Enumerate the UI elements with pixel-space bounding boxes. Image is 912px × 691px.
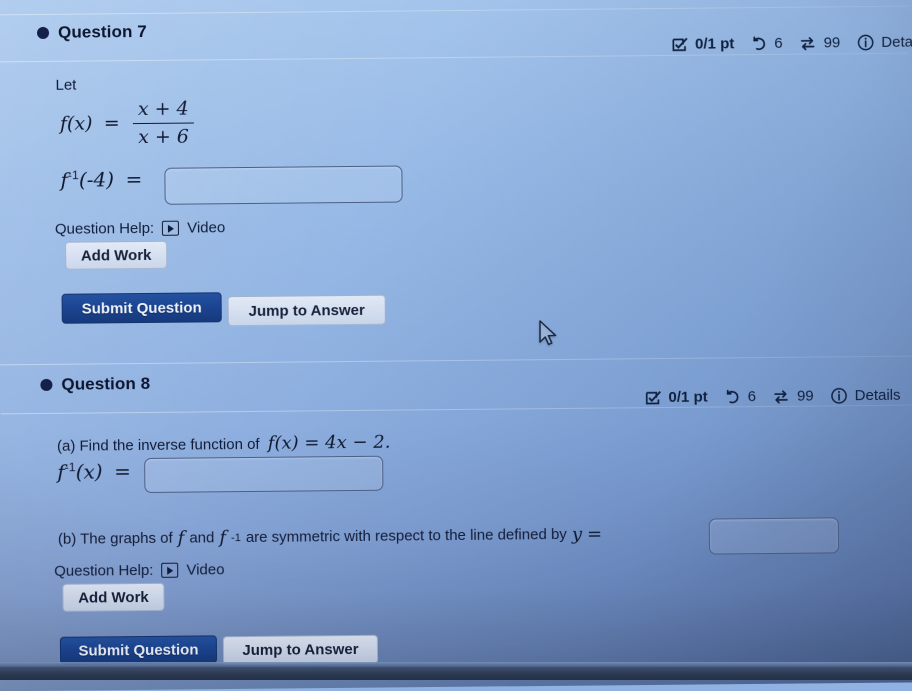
part-a-prompt-equals: = [114, 459, 131, 483]
question-8-video-link[interactable]: Video [186, 561, 224, 578]
part-b-symbol-finv-exponent: -1 [231, 531, 241, 545]
divider-q7-header [0, 53, 909, 63]
undo-arrow-icon[interactable] [725, 389, 741, 405]
checkbox-checked-icon[interactable] [645, 390, 661, 406]
question-8-points: 0/1 pt [668, 389, 707, 406]
fraction-denominator: x + 6 [133, 122, 194, 149]
question-8-header: Question 8 [40, 374, 150, 395]
question-8-part-a-prompt: f-1(x) = [57, 458, 131, 486]
question-8-part-a-input[interactable] [144, 456, 383, 493]
question-7-attempts: 6 [774, 35, 783, 52]
question-8-jump-button[interactable]: Jump to Answer [223, 635, 378, 665]
video-play-icon[interactable] [162, 221, 179, 236]
swap-arrows-icon[interactable] [773, 388, 790, 404]
prompt-arg: (-4) [79, 167, 114, 191]
formula-fraction: x + 4 x + 6 [133, 97, 194, 150]
video-play-icon[interactable] [161, 563, 178, 578]
checkbox-checked-icon[interactable] [672, 36, 688, 52]
part-a-prompt-exponent: -1 [65, 460, 76, 474]
part-a-prompt-arg: (x) [76, 459, 103, 483]
part-a-prompt: (a) Find the inverse function of [57, 436, 260, 455]
question-7-submit-button[interactable]: Submit Question [62, 292, 222, 324]
homework-page: Question 7 0/1 pt 6 99 [0, 0, 912, 684]
part-a-function: f(x) = 4x − 2. [268, 432, 391, 454]
question-8-add-work-button[interactable]: Add Work [62, 583, 164, 612]
info-circle-icon[interactable] [831, 387, 848, 404]
prompt-equals: = [125, 167, 142, 191]
question-7-retries: 99 [824, 34, 841, 51]
part-b-equals: = [587, 523, 602, 547]
filled-circle-icon [37, 27, 49, 39]
part-b-text-1: (b) The graphs of [58, 529, 173, 550]
question-7-lead: Let [55, 76, 76, 96]
question-7-formula: f(x) = x + 4 x + 6 [60, 97, 196, 151]
divider-q8-top [0, 356, 912, 366]
question-8-part-b-input[interactable] [709, 517, 839, 554]
question-7-title: Question 7 [58, 22, 147, 43]
question-8-details-link[interactable]: Details [855, 387, 901, 404]
question-8-help: Question Help: Video [54, 561, 224, 580]
prompt-exponent: -1 [68, 168, 79, 182]
part-b-symbol-f: f [178, 527, 185, 550]
divider-q8-header [1, 405, 912, 415]
undo-arrow-icon[interactable] [751, 35, 767, 51]
fraction-numerator: x + 4 [133, 97, 194, 123]
divider-top [0, 6, 909, 16]
formula-lhs: f(x) [60, 113, 93, 135]
question-8-submit-button[interactable]: Submit Question [60, 635, 217, 665]
part-b-variable-y: y [572, 523, 582, 546]
question-7-answer-prompt: f-1(-4) = [60, 166, 142, 194]
question-7-video-link[interactable]: Video [187, 219, 225, 236]
part-b-text-3: are symmetric with respect to the line d… [246, 525, 567, 548]
question-8-help-label: Question Help: [54, 562, 153, 580]
filled-circle-icon [40, 379, 52, 391]
question-7-header: Question 7 [37, 22, 147, 43]
screen-bezel [0, 667, 912, 680]
question-7-help: Question Help: Video [55, 219, 225, 238]
question-7-details-link[interactable]: Details [881, 33, 912, 50]
part-b-symbol-finv: f [219, 526, 226, 549]
question-7-answer-input[interactable] [164, 166, 402, 205]
part-b-text-2: and [189, 528, 214, 548]
swap-arrows-icon[interactable] [800, 35, 817, 51]
question-7-points: 0/1 pt [695, 35, 734, 52]
question-7-help-label: Question Help: [55, 220, 154, 238]
question-8-title: Question 8 [61, 374, 150, 395]
question-8-retries: 99 [797, 388, 814, 405]
info-circle-icon[interactable] [857, 34, 874, 51]
question-7-jump-button[interactable]: Jump to Answer [228, 295, 386, 327]
question-8-badges: 0/1 pt 6 99 Details [645, 387, 900, 406]
question-7-add-work-button[interactable]: Add Work [65, 241, 167, 270]
question-7-badges: 0/1 pt 6 99 Details [672, 33, 912, 52]
question-8-part-b-text: (b) The graphs of f and f -1 are symmetri… [58, 523, 602, 552]
formula-equals: = [104, 112, 120, 134]
question-8-attempts: 6 [748, 388, 757, 405]
question-8-part-a-text: (a) Find the inverse function of f(x) = … [57, 431, 391, 458]
